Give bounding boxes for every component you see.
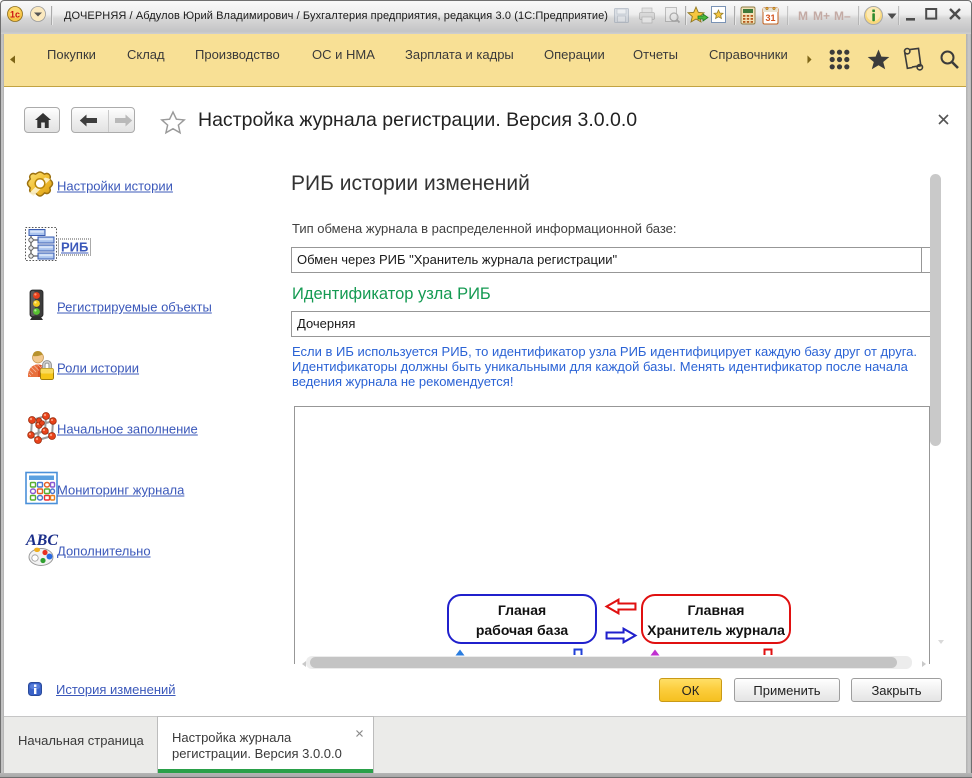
svg-text:31: 31: [765, 13, 775, 23]
svg-text:1c: 1c: [10, 10, 20, 20]
svg-text:ABC: ABC: [25, 532, 58, 549]
